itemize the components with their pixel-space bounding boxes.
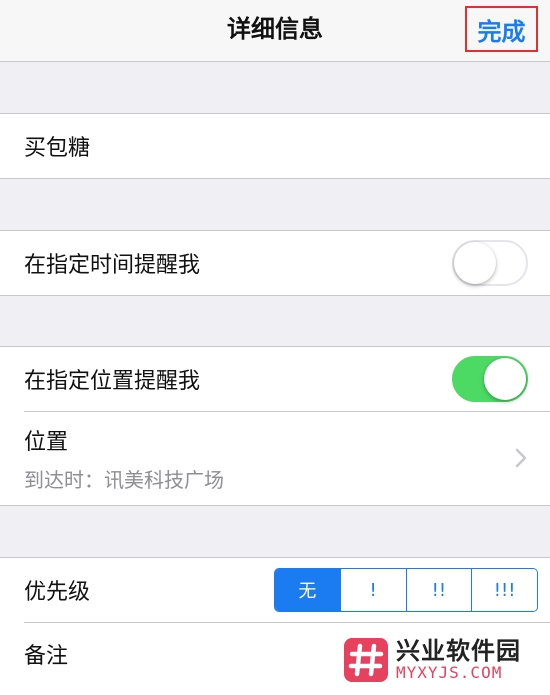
- priority-option-low[interactable]: !: [339, 569, 406, 611]
- location-reminder-toggle[interactable]: [452, 356, 528, 402]
- location-reminder-label: 在指定位置提醒我: [24, 369, 201, 394]
- chevron-right-icon: [515, 448, 527, 468]
- task-title-text: 买包糖: [24, 136, 91, 161]
- title-group: 买包糖: [0, 113, 550, 179]
- priority-option-none[interactable]: 无: [275, 569, 340, 611]
- watermark-domain: MYXYJS.COM: [396, 663, 503, 682]
- details-screen: 详细信息 完成 买包糖 在指定时间提醒我 在指定位置提醒我 位置 到达时：讯美科…: [0, 0, 550, 695]
- notes-label: 备注: [24, 644, 69, 669]
- navigation-bar: 详细信息 完成: [0, 0, 550, 62]
- priority-segmented-control: 无 ! !! !!!: [274, 568, 538, 612]
- priority-option-high[interactable]: !!!: [471, 569, 537, 611]
- watermark: 兴业软件园 MYXYJS.COM: [344, 632, 544, 688]
- time-reminder-row: 在指定时间提醒我: [0, 231, 550, 295]
- watermark-text: 兴业软件园 MYXYJS.COM: [396, 638, 521, 682]
- task-title-field[interactable]: 买包糖: [0, 114, 550, 178]
- location-reminder-row: 在指定位置提醒我: [0, 347, 550, 411]
- location-value: 到达时：讯美科技广场: [24, 467, 224, 492]
- time-reminder-group: 在指定时间提醒我: [0, 230, 550, 296]
- toggle-knob: [454, 242, 496, 284]
- done-button[interactable]: 完成: [465, 6, 538, 52]
- priority-row: 优先级 无 ! !! !!!: [0, 558, 550, 622]
- priority-label: 优先级: [24, 580, 91, 605]
- time-reminder-toggle[interactable]: [452, 240, 528, 286]
- location-row[interactable]: 位置 到达时：讯美科技广场: [0, 411, 550, 505]
- priority-option-medium[interactable]: !!: [405, 569, 472, 611]
- location-reminder-group: 在指定位置提醒我 位置 到达时：讯美科技广场: [0, 346, 550, 506]
- time-reminder-label: 在指定时间提醒我: [24, 253, 201, 278]
- location-label: 位置: [24, 429, 69, 455]
- watermark-name: 兴业软件园: [396, 637, 521, 665]
- hash-logo-icon: [344, 638, 388, 682]
- toggle-knob: [484, 358, 526, 400]
